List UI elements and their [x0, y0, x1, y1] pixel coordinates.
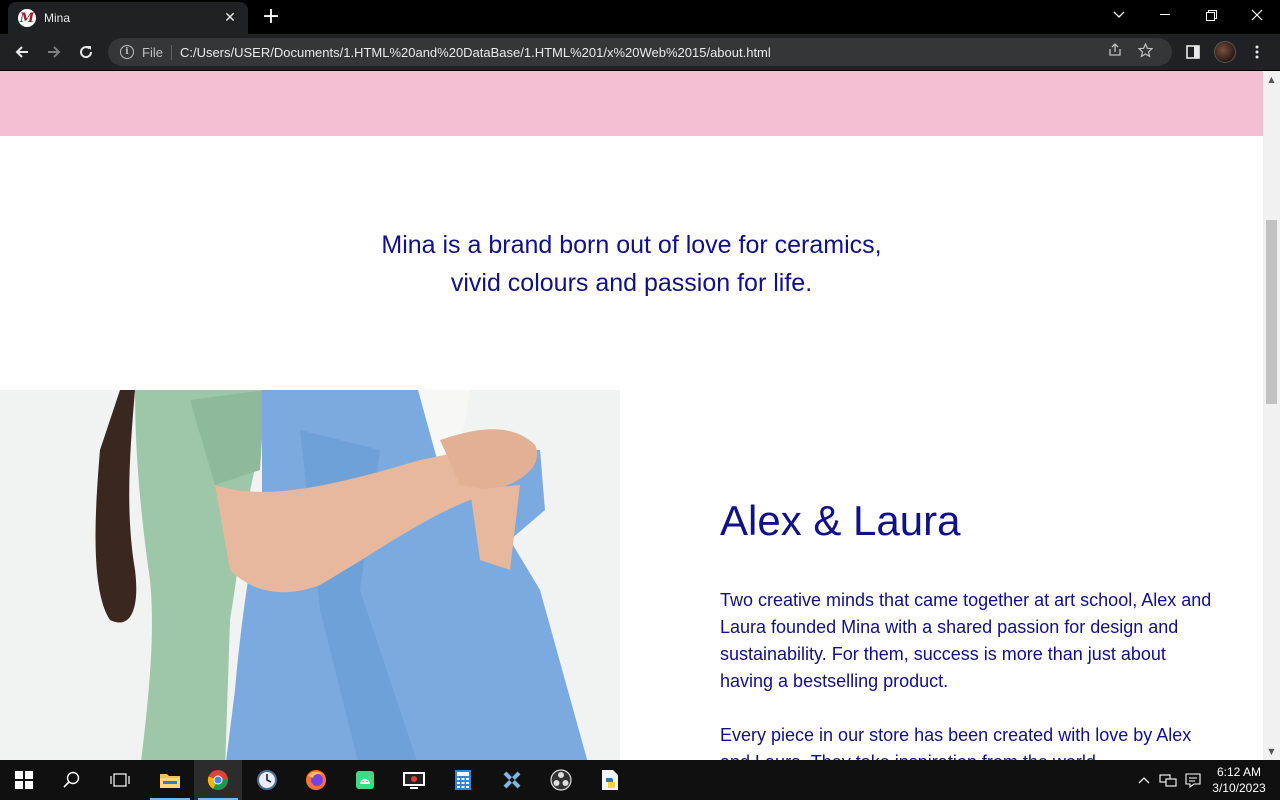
- founders-heading: Alex & Laura: [720, 497, 961, 544]
- tab-close-icon[interactable]: ✕: [222, 10, 238, 26]
- close-window-button[interactable]: [1234, 0, 1280, 30]
- mina-favicon-icon: M: [18, 9, 36, 27]
- page-scrollbar[interactable]: ▲ ▼: [1263, 71, 1280, 760]
- browser-toolbar: i File C:/Users/USER/Documents/1.HTML%20…: [0, 34, 1280, 71]
- tab-search-chevron-icon[interactable]: [1096, 0, 1142, 30]
- url-text[interactable]: C:/Users/USER/Documents/1.HTML%20and%20D…: [180, 45, 1100, 60]
- clock-app-icon[interactable]: [243, 760, 291, 800]
- scroll-up-arrow-icon[interactable]: ▲: [1263, 71, 1280, 88]
- share-icon[interactable]: [1100, 43, 1130, 61]
- browser-tab-strip: M Mina ✕ +: [0, 0, 1280, 34]
- scroll-thumb[interactable]: [1266, 220, 1277, 404]
- reload-button[interactable]: [72, 38, 100, 66]
- founders-paragraph-2: Every piece in our store has been create…: [720, 725, 1192, 760]
- site-info-icon[interactable]: i: [120, 45, 134, 59]
- game-controller-icon[interactable]: [488, 760, 536, 800]
- task-view-icon[interactable]: [96, 760, 144, 800]
- chrome-taskbar-icon[interactable]: [194, 760, 242, 800]
- screen-recorder-icon[interactable]: [390, 760, 438, 800]
- network-icon[interactable]: [1157, 760, 1179, 800]
- notifications-icon[interactable]: [1182, 760, 1204, 800]
- windows-taskbar: 6:12 AM 3/10/2023: [0, 760, 1280, 800]
- file-explorer-icon[interactable]: [146, 760, 194, 800]
- mission-statement: Mina is a brand born out of love for cer…: [0, 226, 1263, 302]
- restore-button[interactable]: [1188, 0, 1234, 30]
- page-viewport: Mina is a brand born out of love for cer…: [0, 71, 1263, 760]
- windows-start-icon[interactable]: [0, 760, 48, 800]
- browser-tab[interactable]: M Mina ✕: [8, 2, 248, 34]
- scheme-label: File: [142, 44, 172, 60]
- search-icon[interactable]: [48, 760, 96, 800]
- menu-kebab-icon[interactable]: [1244, 39, 1270, 65]
- clock-time: 6:12 AM: [1216, 765, 1262, 779]
- tab-title: Mina: [44, 11, 71, 25]
- address-bar[interactable]: i File C:/Users/USER/Documents/1.HTML%20…: [108, 38, 1172, 66]
- system-clock[interactable]: 6:12 AM 3/10/2023: [1204, 764, 1274, 796]
- hero-banner-bottom: [0, 71, 1263, 136]
- obs-icon[interactable]: [537, 760, 585, 800]
- bookmark-star-icon[interactable]: [1130, 42, 1160, 62]
- new-tab-button[interactable]: +: [258, 4, 284, 30]
- clock-date: 3/10/2023: [1212, 781, 1266, 795]
- side-panel-icon[interactable]: [1180, 39, 1206, 65]
- profile-avatar[interactable]: [1214, 41, 1236, 63]
- back-button[interactable]: [8, 38, 36, 66]
- mission-line-1: Mina is a brand born out of love for cer…: [381, 231, 882, 259]
- show-hidden-icons-chevron-icon[interactable]: [1134, 760, 1154, 800]
- scroll-down-arrow-icon[interactable]: ▼: [1263, 743, 1280, 760]
- founders-photo: [0, 390, 620, 760]
- python-file-icon[interactable]: [586, 760, 634, 800]
- mission-line-2: vivid colours and passion for life.: [450, 269, 813, 297]
- founders-paragraph-1: Two creative minds that came together at…: [720, 590, 1212, 691]
- calculator-icon[interactable]: [439, 760, 487, 800]
- firefox-icon[interactable]: [292, 760, 340, 800]
- forward-button[interactable]: [40, 38, 68, 66]
- minimize-button[interactable]: [1142, 0, 1188, 30]
- founders-description: Two creative minds that came together at…: [720, 587, 1220, 760]
- android-studio-icon[interactable]: [341, 760, 389, 800]
